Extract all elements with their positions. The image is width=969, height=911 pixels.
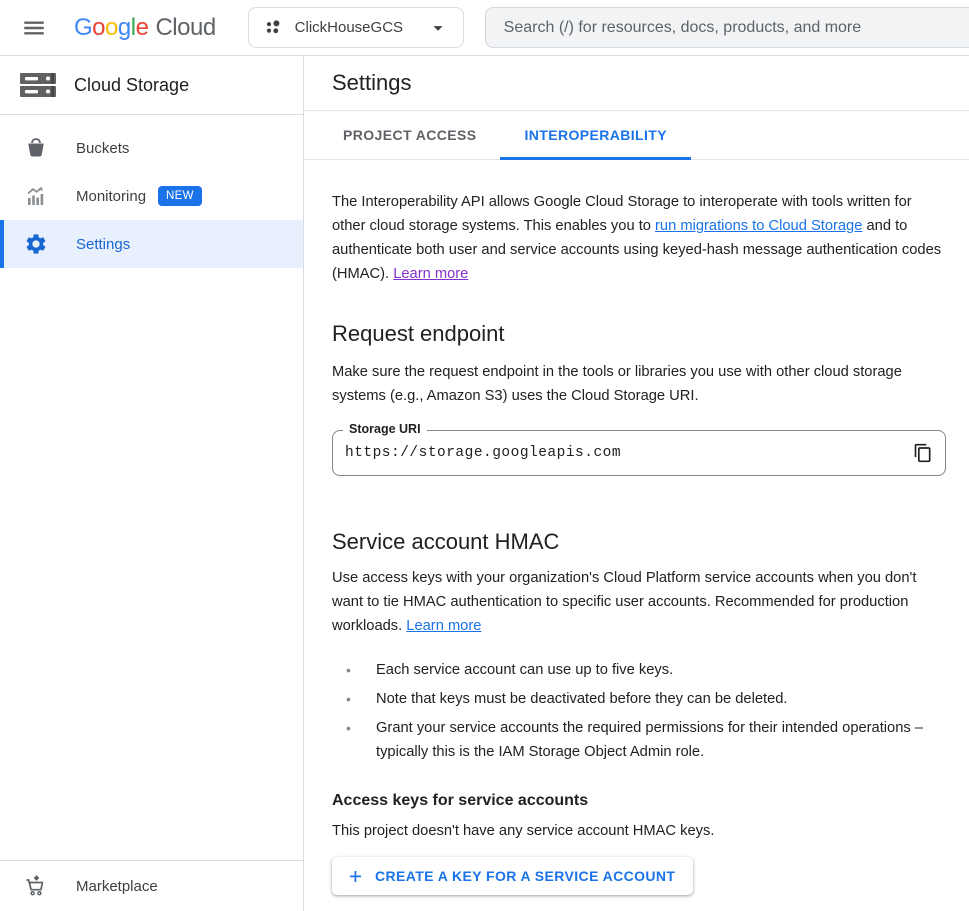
top-app-bar: Google Cloud ClickHouseGCS xyxy=(0,0,969,56)
sidebar-item-marketplace[interactable]: Marketplace xyxy=(0,861,303,911)
cloud-storage-icon xyxy=(18,68,58,102)
request-endpoint-body: Make sure the request endpoint in the to… xyxy=(332,360,946,408)
storage-uri-field: Storage URI https://storage.googleapis.c… xyxy=(332,430,946,476)
marketplace-cart-icon xyxy=(24,874,48,898)
hamburger-icon xyxy=(21,15,47,41)
bucket-icon xyxy=(24,136,48,160)
sidebar-item-monitoring[interactable]: Monitoring NEW xyxy=(0,172,303,220)
chevron-down-icon xyxy=(427,17,449,39)
access-keys-heading: Access keys for service accounts xyxy=(332,792,946,810)
list-item: Grant your service accounts the required… xyxy=(332,716,946,764)
learn-more-link-hmac[interactable]: Learn more xyxy=(406,618,481,634)
google-cloud-logo[interactable]: Google Cloud xyxy=(74,14,216,42)
service-account-hmac-body: Use access keys with your organization's… xyxy=(332,566,946,638)
sidebar-item-label: Monitoring xyxy=(76,188,146,205)
hmac-bullet-list: Each service account can use up to five … xyxy=(332,658,946,764)
run-migrations-link[interactable]: run migrations to Cloud Storage xyxy=(655,218,862,234)
copy-icon xyxy=(913,443,933,463)
service-account-hmac-heading: Service account HMAC xyxy=(332,528,946,556)
search-input[interactable] xyxy=(486,19,969,37)
monitoring-chart-icon xyxy=(24,184,48,208)
storage-uri-label: Storage URI xyxy=(343,422,427,436)
page-header: Settings xyxy=(304,56,969,111)
sidebar-header: Cloud Storage xyxy=(0,56,303,115)
list-item: Note that keys must be deactivated befor… xyxy=(332,687,946,711)
empty-state-text: This project doesn't have any service ac… xyxy=(332,819,946,843)
logo-cloud-text: Cloud xyxy=(155,14,215,42)
sidebar-item-buckets[interactable]: Buckets xyxy=(0,124,303,172)
logo-letter: o xyxy=(92,14,105,42)
sidebar-title: Cloud Storage xyxy=(74,75,189,96)
logo-letter: G xyxy=(74,14,92,42)
tab-bar: PROJECT ACCESS INTEROPERABILITY xyxy=(304,111,969,160)
request-endpoint-heading: Request endpoint xyxy=(332,320,946,348)
sidebar-item-label: Settings xyxy=(76,236,130,253)
sidebar-item-settings[interactable]: Settings xyxy=(0,220,303,268)
sidebar-nav: Buckets Monitoring NEW xyxy=(0,124,303,268)
list-item: Each service account can use up to five … xyxy=(332,658,946,682)
sidebar-item-label: Buckets xyxy=(76,140,129,157)
create-hmac-key-button[interactable]: CREATE A KEY FOR A SERVICE ACCOUNT xyxy=(332,857,693,895)
project-selector[interactable]: ClickHouseGCS xyxy=(248,7,464,48)
logo-letter: g xyxy=(118,14,131,42)
logo-letter: o xyxy=(105,14,118,42)
sidebar-footer: Marketplace xyxy=(0,860,303,911)
global-search xyxy=(485,7,969,48)
main-panel: Settings PROJECT ACCESS INTEROPERABILITY… xyxy=(304,56,969,911)
menu-button[interactable] xyxy=(14,8,54,48)
page-title: Settings xyxy=(332,70,412,96)
learn-more-link-intro[interactable]: Learn more xyxy=(393,266,468,282)
tab-project-access[interactable]: PROJECT ACCESS xyxy=(319,111,500,160)
copy-button[interactable] xyxy=(903,433,943,473)
plus-icon xyxy=(346,867,375,886)
logo-letter: e xyxy=(136,14,149,42)
tab-content: The Interoperability API allows Google C… xyxy=(304,160,968,895)
sidebar-item-label: Marketplace xyxy=(76,878,158,895)
sidebar: Cloud Storage Buckets xyxy=(0,56,304,911)
new-badge: NEW xyxy=(158,186,202,206)
storage-uri-value: https://storage.googleapis.com xyxy=(333,445,903,461)
project-name: ClickHouseGCS xyxy=(295,19,403,36)
intro-paragraph: The Interoperability API allows Google C… xyxy=(332,190,946,286)
gear-icon xyxy=(24,232,48,256)
project-dots-icon xyxy=(263,18,283,38)
tab-interoperability[interactable]: INTEROPERABILITY xyxy=(500,111,691,160)
create-button-label: CREATE A KEY FOR A SERVICE ACCOUNT xyxy=(375,868,675,884)
